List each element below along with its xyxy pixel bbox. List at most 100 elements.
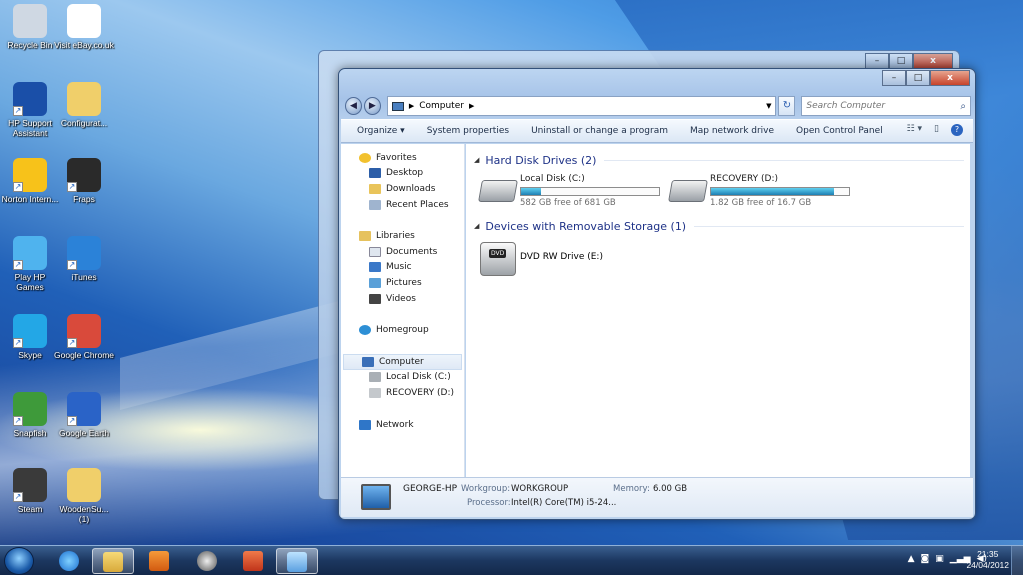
taskbar-paint[interactable]: [276, 548, 318, 574]
drive-item[interactable]: RECOVERY (D:) 1.82 GB free of 16.7 GB: [668, 174, 860, 208]
desktop-icon-item[interactable]: ↗ Snapfish: [0, 392, 60, 438]
nav-network[interactable]: Network: [341, 417, 464, 433]
nav-computer[interactable]: Computer: [343, 353, 462, 370]
refresh-button[interactable]: ↻: [778, 96, 796, 116]
tray-action-center-icon[interactable]: ▣: [935, 554, 944, 564]
breadcrumb-arrow-icon[interactable]: ▶: [469, 102, 474, 110]
nav-downloads[interactable]: Downloads: [341, 181, 464, 197]
clock[interactable]: 21:35 24/04/2012: [966, 549, 1009, 571]
desktop-icon-item[interactable]: ↗ Fraps: [54, 158, 114, 204]
taskbar-media-player[interactable]: [138, 548, 180, 574]
desktop-icon-item[interactable]: ↗ Google Chrome: [54, 314, 114, 360]
preview-pane-icon[interactable]: ▯: [934, 124, 939, 136]
dvd-drive-icon: DVD: [480, 242, 516, 276]
nav-documents[interactable]: Documents: [341, 244, 464, 260]
system-properties-button[interactable]: System properties: [427, 126, 509, 136]
google-earth-icon: ↗: [67, 392, 101, 426]
videos-icon: [369, 293, 381, 304]
minimize-button[interactable]: –: [882, 70, 906, 86]
dvd-drive-name: DVD RW Drive (E:): [520, 252, 603, 262]
desktop-icon-label: Google Earth: [58, 428, 110, 438]
search-box[interactable]: ⌕: [801, 96, 972, 116]
close-button[interactable]: x: [930, 70, 970, 86]
star-icon: [359, 152, 371, 163]
desktop-icon-item[interactable]: ↗ Norton Intern...: [0, 158, 60, 204]
shortcut-arrow-icon: ↗: [13, 260, 23, 270]
taskbar-windows-explorer[interactable]: [92, 548, 134, 574]
minimize-button[interactable]: –: [865, 53, 889, 69]
dvd-drive-item[interactable]: DVD DVD RW Drive (E:): [480, 242, 970, 276]
folder-icon: [67, 468, 101, 502]
nav-favorites[interactable]: Favorites: [341, 150, 464, 166]
taskbar-media-app[interactable]: [186, 548, 228, 574]
back-button[interactable]: ◀: [345, 97, 362, 115]
desktop-icon-item[interactable]: ↗ iTunes: [54, 236, 114, 282]
forward-button[interactable]: ▶: [363, 97, 381, 115]
explorer-window[interactable]: – □ x ◀ ▶ ▶ Computer ▶ ▼ ↻ ⌕ Organize ▾ …: [338, 68, 976, 520]
taskbar-paint-app[interactable]: [232, 548, 274, 574]
uninstall-program-button[interactable]: Uninstall or change a program: [531, 126, 668, 136]
nav-local-disk[interactable]: Local Disk (C:): [341, 370, 464, 386]
tray-show-hidden-icon[interactable]: ▲: [908, 554, 915, 564]
snapfish-icon: ↗: [13, 392, 47, 426]
collapse-triangle-icon[interactable]: ◢: [474, 222, 479, 230]
breadcrumb-computer[interactable]: Computer: [419, 101, 464, 111]
map-network-drive-button[interactable]: Map network drive: [690, 126, 774, 136]
start-button[interactable]: [4, 547, 34, 575]
group-header-hard-disks[interactable]: ◢ Hard Disk Drives (2): [474, 152, 970, 168]
details-pane: GEORGE-HP Workgroup: WORKGROUP Memory: 6…: [341, 477, 973, 517]
nav-recent-places[interactable]: Recent Places: [341, 197, 464, 213]
tray-app-icon[interactable]: ◙: [921, 554, 930, 564]
help-icon[interactable]: ?: [951, 124, 963, 136]
desktop-icon-item[interactable]: WoodenSu... (1): [54, 468, 114, 524]
search-icon[interactable]: ⌕: [960, 101, 966, 112]
search-input[interactable]: [802, 101, 961, 111]
breadcrumb-arrow-icon: ▶: [408, 102, 415, 110]
maximize-button[interactable]: □: [906, 70, 930, 86]
nav-music[interactable]: Music: [341, 260, 464, 276]
nav-pictures[interactable]: Pictures: [341, 275, 464, 291]
desktop-icon-item[interactable]: Visit eBay.co.uk: [54, 4, 114, 50]
command-bar: Organize ▾ System properties Uninstall o…: [341, 119, 973, 143]
taskbar-internet-explorer[interactable]: [48, 548, 90, 574]
pictures-icon: [369, 277, 381, 288]
desktop-icon-item[interactable]: Configurat...: [54, 82, 114, 128]
desktop-icon-item[interactable]: ↗ Skype: [0, 314, 60, 360]
nav-videos[interactable]: Videos: [341, 291, 464, 307]
workgroup-label: Workgroup:: [461, 484, 511, 494]
shortcut-arrow-icon: ↗: [67, 182, 77, 192]
desktop-icon-label: iTunes: [71, 272, 97, 282]
shortcut-arrow-icon: ↗: [13, 182, 23, 192]
shortcut-arrow-icon: ↗: [13, 492, 23, 502]
desktop-icon-item[interactable]: ↗ Steam: [0, 468, 60, 514]
show-desktop-button[interactable]: [1011, 546, 1023, 575]
internet-explorer-icon: [59, 551, 79, 571]
desktop-icon-item[interactable]: ↗ Google Earth: [54, 392, 114, 438]
close-button[interactable]: x: [913, 53, 953, 69]
address-dropdown-icon[interactable]: ▼: [766, 102, 771, 110]
hard-drive-icon: [478, 180, 518, 202]
shortcut-arrow-icon: ↗: [67, 260, 77, 270]
change-view-icon[interactable]: ☷ ▾: [907, 124, 922, 136]
nav-homegroup[interactable]: Homegroup: [341, 322, 464, 338]
desktop-icon-item[interactable]: ↗ HP Support Assistant: [0, 82, 60, 138]
group-divider: [604, 159, 964, 161]
shortcut-arrow-icon: ↗: [13, 106, 23, 116]
drive-item[interactable]: Local Disk (C:) 582 GB free of 681 GB: [478, 174, 670, 208]
nav-libraries[interactable]: Libraries: [341, 228, 464, 244]
collapse-triangle-icon[interactable]: ◢: [474, 156, 479, 164]
maximize-button[interactable]: □: [889, 53, 913, 69]
open-control-panel-button[interactable]: Open Control Panel: [796, 126, 883, 136]
desktop-icon-label: Visit eBay.co.uk: [54, 40, 114, 50]
nav-recovery[interactable]: RECOVERY (D:): [341, 385, 464, 401]
group-header-removable[interactable]: ◢ Devices with Removable Storage (1): [474, 218, 970, 234]
address-bar[interactable]: ▶ Computer ▶ ▼: [386, 96, 777, 116]
fraps-icon: ↗: [67, 158, 101, 192]
organize-menu[interactable]: Organize ▾: [357, 126, 405, 136]
desktop-icon-item[interactable]: Recycle Bin: [0, 4, 60, 50]
desktop-icon-label: Snapfish: [13, 428, 47, 438]
desktop-icon-item[interactable]: ↗ Play HP Games: [0, 236, 60, 292]
norton-icon: ↗: [13, 158, 47, 192]
window-controls: – □ x: [882, 70, 970, 86]
nav-desktop[interactable]: Desktop: [341, 166, 464, 182]
